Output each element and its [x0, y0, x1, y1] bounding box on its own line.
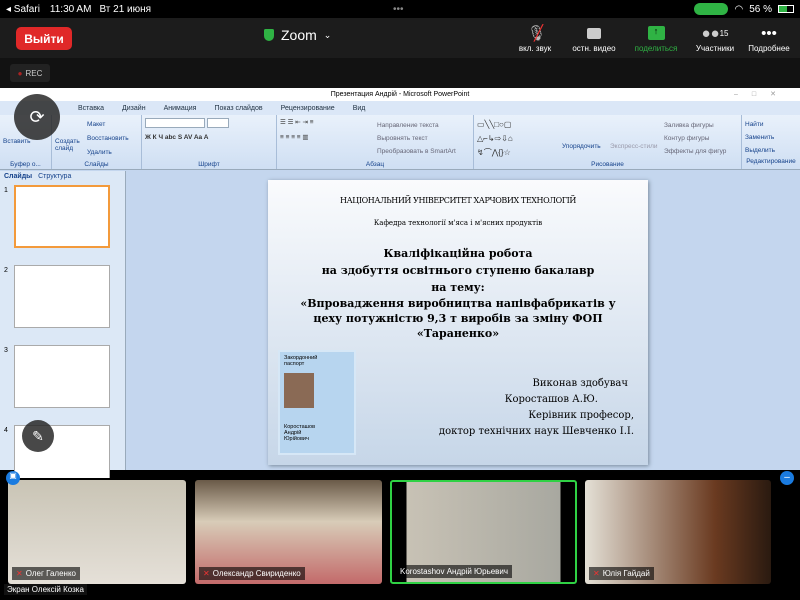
- date: Вт 21 июня: [99, 3, 152, 15]
- current-slide: НАЦІОНАЛЬНИЙ УНІВЕРСИТЕТ ХАРЧОВИХ ТЕХНОЛ…: [268, 180, 648, 465]
- slide-line: на здобуття освітнього ступеню бакалавр: [321, 264, 595, 277]
- mic-muted-icon: ✕: [203, 569, 210, 578]
- leave-button[interactable]: Выйти: [16, 27, 72, 50]
- video-tile-active-speaker[interactable]: Korostashov Андрій Юрьевич: [390, 480, 577, 584]
- ios-status-bar: ◂ Safari 11:30 AM Вт 21 июня ••• ◠ 56 %: [0, 0, 800, 18]
- battery-percent: 56 %: [749, 3, 772, 15]
- powerpoint-window: Презентация Андрій - Microsoft PowerPoin…: [0, 88, 800, 488]
- recording-bar: ● REC: [0, 58, 800, 88]
- find-button[interactable]: Найти: [745, 118, 797, 131]
- switch-camera-icon[interactable]: ⟳: [14, 94, 60, 140]
- slides-pane: Слайды Структура 1 2 3 4: [0, 171, 126, 488]
- more-button[interactable]: ••• Подробнее: [734, 22, 800, 54]
- slide-line: на тему:: [431, 281, 485, 294]
- ribbon-tabs: Вставка Дизайн Анимация Показ слайдов Ре…: [0, 101, 800, 115]
- meeting-title[interactable]: Zoom ⌄: [264, 27, 331, 43]
- mic-muted-icon: ✕: [16, 569, 23, 578]
- font-name-select[interactable]: [145, 118, 205, 128]
- thesis-topic: «Впровадження виробництва напівфабрикаті…: [300, 297, 616, 340]
- shape-outline-button[interactable]: Контур фигуры: [664, 132, 726, 145]
- zoom-toolbar: Выйти Zoom ⌄ 🎙 ╱ вкл. звук остн. видео ↑ под…: [0, 18, 800, 58]
- slide-thumbnail[interactable]: [14, 185, 110, 248]
- tab-review[interactable]: Рецензирование: [281, 105, 335, 112]
- font-size-select[interactable]: [207, 118, 229, 128]
- back-to-safari[interactable]: ◂ Safari: [6, 4, 40, 15]
- time: 11:30 AM: [49, 3, 92, 15]
- slide-thumbnail[interactable]: [14, 265, 110, 328]
- delete-button[interactable]: Удалить: [87, 146, 129, 160]
- screen-share-label: Экран Олексій Козка: [4, 584, 87, 595]
- battery-icon: [778, 5, 794, 13]
- video-tile[interactable]: ✕ Юлія Гайдай: [585, 480, 771, 584]
- align-text-button[interactable]: Выровнять текст: [377, 132, 456, 145]
- tab-slides[interactable]: Слайды: [4, 173, 32, 180]
- stop-video-button[interactable]: остн. видео: [559, 22, 629, 53]
- mic-muted-icon: ✕: [593, 569, 600, 578]
- text-direction-button[interactable]: Направление текста: [377, 119, 456, 132]
- photo: [284, 373, 314, 408]
- arrange-button[interactable]: Упорядочить: [562, 143, 601, 150]
- video-icon: [559, 22, 629, 44]
- shape-fill-button[interactable]: Заливка фигуры: [664, 119, 726, 132]
- shape-effects-button[interactable]: Эффекты для фигур: [664, 145, 726, 158]
- tab-design[interactable]: Дизайн: [122, 105, 146, 112]
- tab-insert[interactable]: Вставка: [78, 105, 104, 112]
- chevron-down-icon: ⌄: [323, 29, 332, 40]
- video-tile[interactable]: ✕ Олександр Свириденко: [195, 480, 382, 584]
- tab-slideshow[interactable]: Показ слайдов: [214, 105, 262, 112]
- replace-button[interactable]: Заменить: [745, 131, 797, 144]
- hide-self-icon[interactable]: ▣: [6, 471, 20, 485]
- slide-line: Кваліфікаційна робота: [383, 247, 533, 260]
- multitask-dots-icon[interactable]: •••: [393, 4, 404, 15]
- camera-indicator-icon: [694, 3, 729, 15]
- layout-button[interactable]: Макет: [87, 118, 129, 132]
- collapse-videos-icon[interactable]: –: [780, 471, 794, 485]
- video-strip: ✕ Олег Галенко ✕ Олександр Свириденко Koro…: [0, 478, 800, 600]
- department: Кафедра технології м'яса і м'ясних проду…: [373, 219, 543, 227]
- wifi-icon: ◠: [734, 3, 744, 15]
- annotate-pencil-icon[interactable]: ✎: [22, 420, 54, 452]
- reset-button[interactable]: Восстановить: [87, 132, 129, 146]
- font-format-buttons[interactable]: Ж К Ч abc S AV Aa A: [145, 134, 273, 141]
- quick-styles-button[interactable]: Экспресс-стили: [610, 143, 658, 150]
- ribbon: Вставить Буфер о... Создать слайд Макет Вос…: [0, 115, 800, 170]
- author-info: Виконав здобувач Коросташов А.Ю. Керівник …: [438, 378, 634, 437]
- recording-indicator[interactable]: ● REC: [10, 64, 50, 82]
- slide-thumbnail[interactable]: [14, 345, 110, 408]
- tab-animation[interactable]: Анимация: [164, 105, 197, 112]
- video-tile[interactable]: ✕ Олег Галенко: [8, 480, 186, 584]
- window-title: Презентация Андрій - Microsoft PowerPoin…: [0, 88, 800, 101]
- shield-icon: [264, 29, 274, 41]
- tab-outline[interactable]: Структура: [38, 173, 71, 180]
- passport-image: Закордонний паспорт Коросташов Андрій Юр…: [278, 350, 356, 455]
- more-icon: •••: [761, 24, 777, 42]
- smartart-button[interactable]: Преобразовать в SmartArt: [377, 145, 456, 158]
- university-name: НАЦІОНАЛЬНИЙ УНІВЕРСИТЕТ ХАРЧОВИХ ТЕХНОЛ…: [340, 196, 576, 205]
- tab-view[interactable]: Вид: [353, 105, 366, 112]
